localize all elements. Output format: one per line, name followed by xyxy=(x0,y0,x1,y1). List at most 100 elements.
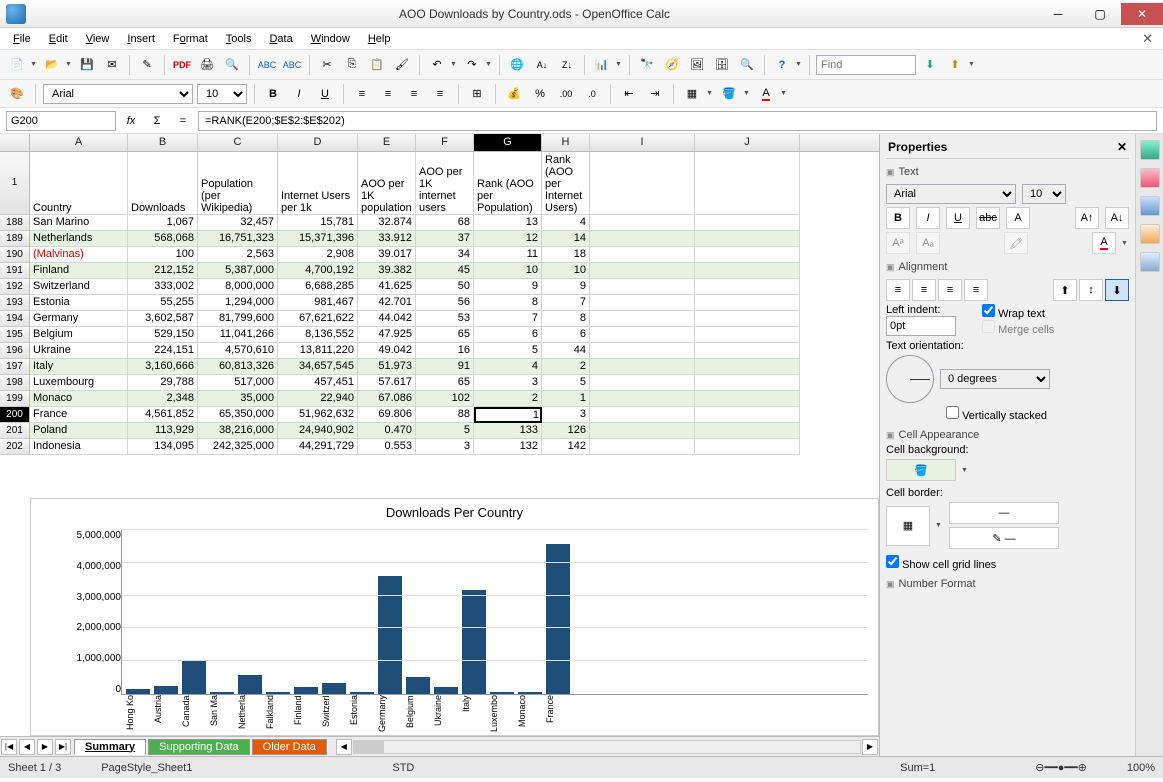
cell[interactable]: 8,136,552 xyxy=(278,327,358,343)
cell[interactable] xyxy=(695,247,800,263)
align-justify-icon[interactable]: ≡ xyxy=(964,279,988,301)
cell[interactable]: 4,570,610 xyxy=(198,343,278,359)
dropdown-icon[interactable]: ▼ xyxy=(1120,240,1129,247)
cell[interactable]: 457,451 xyxy=(278,375,358,391)
cell[interactable] xyxy=(590,423,695,439)
rail-functions-icon[interactable] xyxy=(1140,252,1160,272)
cell[interactable]: 65 xyxy=(416,327,474,343)
cell[interactable] xyxy=(590,407,695,423)
row-header[interactable]: 200 xyxy=(0,407,30,423)
cell[interactable]: 6 xyxy=(542,327,590,343)
cell[interactable]: 5 xyxy=(542,375,590,391)
cell[interactable]: 41.625 xyxy=(358,279,416,295)
merge-icon[interactable]: ⊞ xyxy=(466,83,488,105)
redo-icon[interactable]: ↷ xyxy=(461,54,483,76)
prop-size-select[interactable]: 10 xyxy=(1022,184,1066,204)
cell[interactable]: 65 xyxy=(416,375,474,391)
cell[interactable]: Netherlands xyxy=(30,231,128,247)
row-header[interactable]: 196 xyxy=(0,343,30,359)
menu-file[interactable]: File xyxy=(6,31,38,47)
cell[interactable]: 9 xyxy=(474,279,542,295)
find-input[interactable] xyxy=(816,55,916,75)
cell[interactable]: 2,908 xyxy=(278,247,358,263)
cell[interactable]: 35,000 xyxy=(198,391,278,407)
undo-icon[interactable]: ↶ xyxy=(426,54,448,76)
cell[interactable]: 4,700,192 xyxy=(278,263,358,279)
fill-color-icon[interactable]: 🪣 xyxy=(718,83,740,105)
page-style[interactable]: PageStyle_Sheet1 xyxy=(101,762,192,774)
cell[interactable]: 16 xyxy=(416,343,474,359)
tab-first-icon[interactable]: |◀ xyxy=(1,739,17,755)
datasource-icon[interactable]: 🗄 xyxy=(711,54,733,76)
col-header[interactable]: C xyxy=(198,134,278,151)
sort-desc-icon[interactable]: Z↓ xyxy=(556,54,578,76)
spreadsheet-grid[interactable]: A B C D E F G H I J 1 Country Downloads … xyxy=(0,134,880,756)
cell[interactable]: Monaco xyxy=(30,391,128,407)
cell[interactable]: 34,657,545 xyxy=(278,359,358,375)
cell[interactable]: 38,216,000 xyxy=(198,423,278,439)
cell[interactable] xyxy=(695,359,800,375)
cell[interactable]: 32.874 xyxy=(358,215,416,231)
cell[interactable]: Downloads xyxy=(128,152,198,215)
cell[interactable]: Country xyxy=(30,152,128,215)
cell[interactable]: San Marino xyxy=(30,215,128,231)
minimize-button[interactable]: ─ xyxy=(1037,3,1079,25)
font-name-select[interactable]: Arial xyxy=(43,84,193,104)
cell[interactable] xyxy=(695,295,800,311)
cell[interactable] xyxy=(590,327,695,343)
cell[interactable]: 11 xyxy=(474,247,542,263)
email-icon[interactable]: ✉ xyxy=(101,54,123,76)
row-header[interactable]: 188 xyxy=(0,215,30,231)
cell[interactable]: 9 xyxy=(542,279,590,295)
cell[interactable]: 8 xyxy=(542,311,590,327)
paste-icon[interactable]: 📋 xyxy=(366,54,388,76)
cell[interactable] xyxy=(695,375,800,391)
valign-top-icon[interactable]: ⬆ xyxy=(1053,279,1077,301)
orientation-dial[interactable] xyxy=(886,355,934,403)
align-justify-icon[interactable]: ≡ xyxy=(429,83,451,105)
cell[interactable]: Population (per Wikipedia) xyxy=(198,152,278,215)
cell[interactable]: 5 xyxy=(416,423,474,439)
rail-gallery-icon[interactable] xyxy=(1140,196,1160,216)
cell[interactable]: 5,387,000 xyxy=(198,263,278,279)
col-header[interactable]: A xyxy=(30,134,128,151)
cell[interactable]: 91 xyxy=(416,359,474,375)
dropdown-icon[interactable]: ▼ xyxy=(64,61,73,68)
cell[interactable]: 242,325,000 xyxy=(198,439,278,455)
align-center-icon[interactable]: ≡ xyxy=(377,83,399,105)
cell[interactable]: 3 xyxy=(416,439,474,455)
highlight-icon[interactable]: 🖍 xyxy=(1004,232,1028,254)
col-header[interactable]: F xyxy=(416,134,474,151)
cell[interactable]: 34 xyxy=(416,247,474,263)
indent-input[interactable] xyxy=(886,316,956,336)
cell[interactable]: 212,152 xyxy=(128,263,198,279)
dropdown-icon[interactable]: ▼ xyxy=(967,61,976,68)
sort-asc-icon[interactable]: A↓ xyxy=(531,54,553,76)
preview-icon[interactable]: 🔍 xyxy=(221,54,243,76)
cell[interactable]: 3,160,666 xyxy=(128,359,198,375)
cell[interactable]: 132 xyxy=(474,439,542,455)
dropdown-icon[interactable]: ▼ xyxy=(614,61,623,68)
cell[interactable]: 53 xyxy=(416,311,474,327)
currency-icon[interactable]: 💰 xyxy=(503,83,525,105)
cell[interactable] xyxy=(695,215,800,231)
superscript-icon[interactable]: Aᵃ xyxy=(886,232,910,254)
formula-input[interactable] xyxy=(198,111,1157,131)
cell[interactable]: Poland xyxy=(30,423,128,439)
italic-icon[interactable]: I xyxy=(916,207,940,229)
dropdown-icon[interactable]: ▼ xyxy=(779,90,788,97)
cell[interactable]: 981,467 xyxy=(278,295,358,311)
row-header[interactable]: 195 xyxy=(0,327,30,343)
cell[interactable]: 45 xyxy=(416,263,474,279)
cell[interactable]: 15,371,396 xyxy=(278,231,358,247)
cell[interactable]: 51,962,632 xyxy=(278,407,358,423)
dropdown-icon[interactable]: ▼ xyxy=(960,467,969,474)
add-decimal-icon[interactable]: .00 xyxy=(555,83,577,105)
dropdown-icon[interactable]: ▼ xyxy=(449,61,458,68)
align-left-icon[interactable]: ≡ xyxy=(886,279,910,301)
find-next-icon[interactable]: ⬇ xyxy=(919,54,941,76)
menu-format[interactable]: Format xyxy=(166,31,215,47)
cell[interactable]: 39.017 xyxy=(358,247,416,263)
fx-wizard-icon[interactable]: fx xyxy=(120,110,142,132)
align-right-icon[interactable]: ≡ xyxy=(938,279,962,301)
